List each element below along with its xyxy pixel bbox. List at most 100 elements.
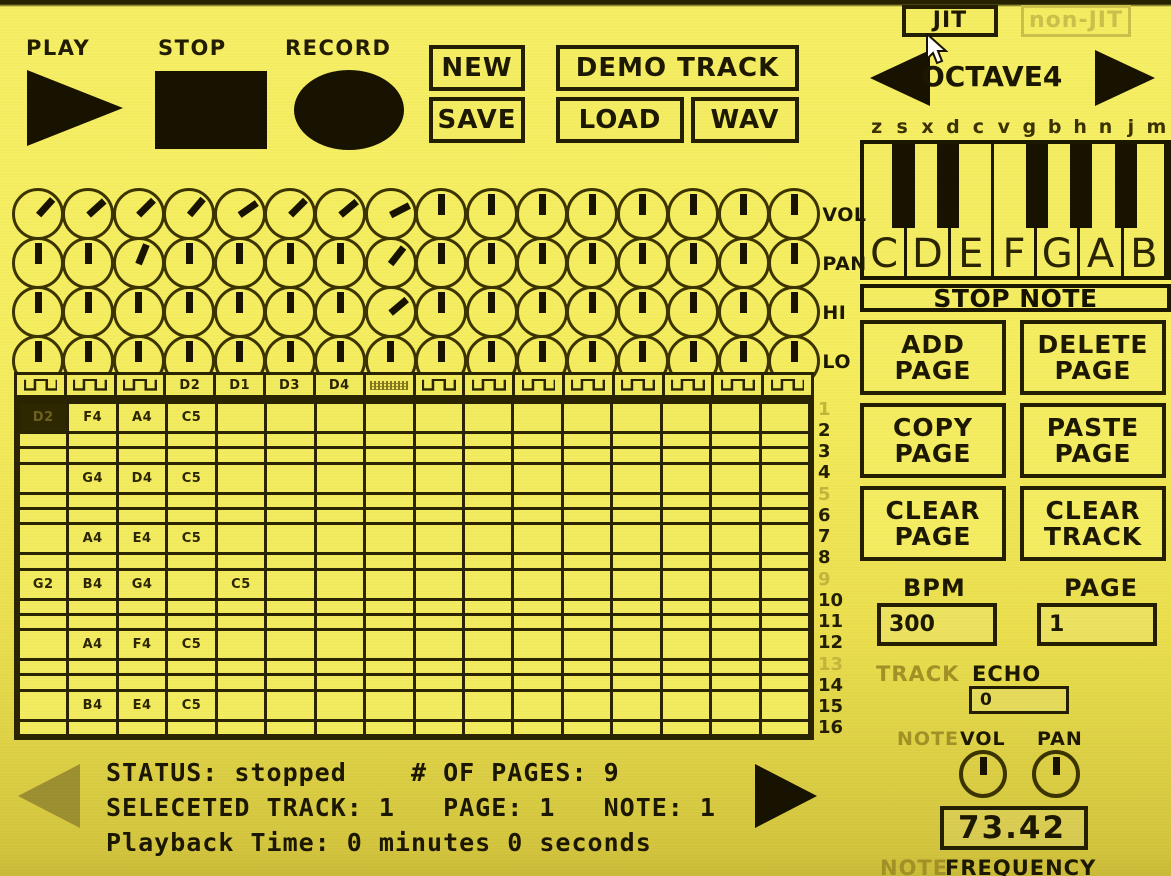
sequencer-cell-r13-c3[interactable] [118, 661, 166, 674]
sequencer-cell-r2-c9[interactable] [415, 434, 462, 447]
track-echo-input[interactable]: 0 [969, 686, 1069, 714]
sequencer-cell-r15-c14[interactable] [662, 691, 710, 719]
sequencer-cell-r9-c9[interactable] [415, 570, 462, 598]
note-vol-knob[interactable] [959, 750, 1007, 798]
sequencer-cell-r12-c13[interactable] [613, 631, 660, 659]
sequencer-cell-r5-c14[interactable] [662, 494, 710, 507]
non-jit-button[interactable]: non-JIT [1021, 5, 1131, 37]
sequencer-cell-r7-c13[interactable] [613, 525, 660, 553]
sequencer-cell-r11-c2[interactable] [69, 615, 116, 629]
sequencer-cell-r7-c11[interactable] [514, 525, 561, 553]
sequencer-cell-r16-c5[interactable] [217, 721, 265, 734]
sequencer-cell-r15-c10[interactable] [464, 691, 512, 719]
sequencer-cell-r4-c4[interactable]: C5 [168, 464, 215, 492]
sequencer-cell-r13-c16[interactable] [761, 661, 808, 674]
piano-black-key-C-sharp[interactable] [892, 144, 915, 228]
sequencer-cell-r10-c13[interactable] [613, 600, 660, 613]
sequencer-cell-r16-c3[interactable] [118, 721, 166, 734]
sequencer-cell-r4-c6[interactable] [267, 464, 314, 492]
knob-hi-15[interactable] [717, 286, 770, 338]
sequencer-cell-r5-c8[interactable] [366, 494, 413, 507]
sequencer-cell-r14-c9[interactable] [415, 676, 462, 689]
knob-hi-13[interactable] [616, 286, 669, 338]
sequencer-cell-r2-c12[interactable] [563, 434, 611, 447]
sequencer-cell-r8-c2[interactable] [69, 555, 116, 568]
sequencer-cell-r6-c13[interactable] [613, 509, 660, 523]
sequencer-cell-r2-c2[interactable] [69, 434, 116, 447]
sequencer-cell-r7-c12[interactable] [563, 525, 611, 553]
sequencer-cell-r13-c15[interactable] [712, 661, 759, 674]
sequencer-cell-r4-c7[interactable] [316, 464, 364, 492]
sequencer-cell-r9-c11[interactable] [514, 570, 561, 598]
sequencer-cell-r6-c10[interactable] [464, 509, 512, 523]
demo-track-button[interactable]: DEMO TRACK [556, 45, 799, 91]
sequencer-cell-r11-c14[interactable] [662, 615, 710, 629]
sequencer-cell-r3-c15[interactable] [712, 449, 759, 462]
sequencer-cell-r5-c12[interactable] [563, 494, 611, 507]
sequencer-cell-r12-c8[interactable] [366, 631, 413, 659]
sequencer-cell-r11-c9[interactable] [415, 615, 462, 629]
sequencer-cell-r9-c4[interactable] [168, 570, 215, 598]
sequencer-cell-r7-c15[interactable] [712, 525, 759, 553]
sequencer-cell-r7-c3[interactable]: E4 [118, 525, 166, 553]
knob-vol-4[interactable] [163, 188, 216, 240]
sequencer-cell-r1-c15[interactable] [712, 404, 759, 432]
sequencer-cell-r8-c10[interactable] [464, 555, 512, 568]
track-header-8[interactable] [366, 375, 416, 395]
add-page-button[interactable]: ADD PAGE [860, 320, 1006, 395]
octave-up-button[interactable] [1095, 50, 1155, 106]
sequencer-cell-r14-c4[interactable] [168, 676, 215, 689]
sequencer-cell-r11-c3[interactable] [118, 615, 166, 629]
sequencer-cell-r3-c10[interactable] [464, 449, 512, 462]
sequencer-cell-r5-c4[interactable] [168, 494, 215, 507]
sequencer-cell-r2-c8[interactable] [366, 434, 413, 447]
track-header-2[interactable] [67, 375, 117, 395]
sequencer-cell-r9-c8[interactable] [366, 570, 413, 598]
sequencer-cell-r8-c9[interactable] [415, 555, 462, 568]
piano-black-key-F-sharp[interactable] [1025, 144, 1048, 228]
sequencer-cell-r11-c7[interactable] [316, 615, 364, 629]
sequencer-cell-r8-c11[interactable] [514, 555, 561, 568]
sequencer-cell-r11-c5[interactable] [217, 615, 265, 629]
sequencer-cell-r10-c3[interactable] [118, 600, 166, 613]
sequencer-cell-r14-c13[interactable] [613, 676, 660, 689]
sequencer-cell-r15-c1[interactable] [20, 691, 67, 719]
sequencer-cell-r12-c7[interactable] [316, 631, 364, 659]
sequencer-cell-r4-c8[interactable] [366, 464, 413, 492]
sequencer-cell-r3-c16[interactable] [761, 449, 808, 462]
knob-vol-6[interactable] [264, 188, 316, 240]
knob-hi-14[interactable] [667, 286, 720, 338]
piano-keyboard[interactable]: CDEFGAB [860, 140, 1171, 280]
note-pan-knob[interactable] [1032, 750, 1080, 798]
sequencer-cell-r3-c9[interactable] [415, 449, 462, 462]
piano-black-key-A-sharp[interactable] [1114, 144, 1137, 228]
knob-hi-12[interactable] [566, 286, 619, 338]
knob-pan-8[interactable] [364, 237, 417, 289]
knob-vol-10[interactable] [465, 188, 518, 240]
sequencer-grid[interactable]: D2 F4 A4 C5 G4 D4 C5 A4 E4 C5 G2 B4 G4 C5 A4 F4 C5 B4 E4 C5 [14, 398, 814, 740]
sequencer-cell-r10-c16[interactable] [761, 600, 808, 613]
sequencer-cell-r2-c1[interactable] [20, 434, 67, 447]
sequencer-cell-r12-c6[interactable] [267, 631, 314, 659]
knob-hi-16[interactable] [768, 286, 820, 338]
sequencer-cell-r5-c1[interactable] [20, 494, 67, 507]
sequencer-cell-r8-c6[interactable] [267, 555, 314, 568]
sequencer-cell-r14-c16[interactable] [761, 676, 808, 689]
sequencer-cell-r13-c2[interactable] [69, 661, 116, 674]
knob-vol-7[interactable] [314, 188, 367, 240]
knob-pan-9[interactable] [415, 237, 468, 289]
sequencer-cell-r2-c16[interactable] [761, 434, 808, 447]
sequencer-cell-r9-c2[interactable]: B4 [69, 570, 116, 598]
knob-hi-10[interactable] [465, 286, 518, 338]
sequencer-cell-r7-c16[interactable] [761, 525, 808, 553]
sequencer-cell-r16-c9[interactable] [415, 721, 462, 734]
sequencer-cell-r6-c4[interactable] [168, 509, 215, 523]
sequencer-cell-r5-c13[interactable] [613, 494, 660, 507]
knob-vol-16[interactable] [768, 188, 820, 240]
sequencer-cell-r1-c7[interactable] [316, 404, 364, 432]
track-header-14[interactable] [665, 375, 715, 395]
sequencer-cell-r3-c5[interactable] [217, 449, 265, 462]
sequencer-cell-r5-c5[interactable] [217, 494, 265, 507]
sequencer-cell-r15-c6[interactable] [267, 691, 314, 719]
sequencer-cell-r16-c1[interactable] [20, 721, 67, 734]
